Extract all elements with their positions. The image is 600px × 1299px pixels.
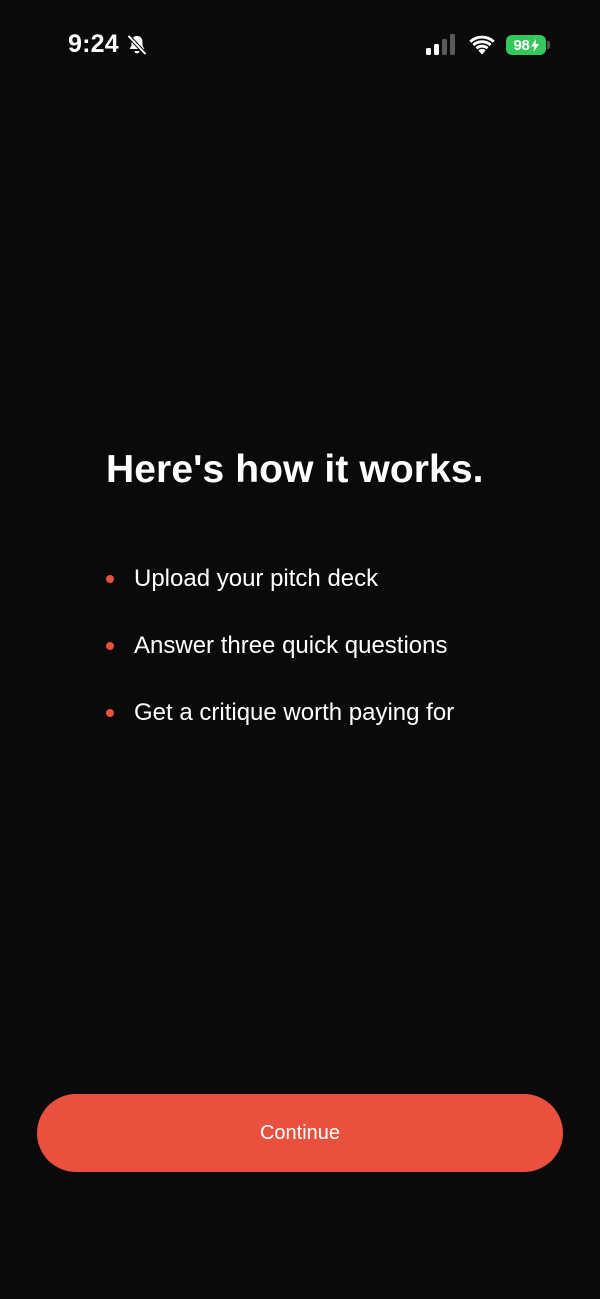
steps-list: Upload your pitch deck Answer three quic… <box>106 564 566 728</box>
step-label: Answer three quick questions <box>134 632 448 659</box>
battery-cap <box>547 41 550 49</box>
bullet-dot-icon <box>106 709 114 717</box>
status-time: 9:24 <box>68 30 119 58</box>
status-indicators: 98 <box>426 34 550 56</box>
battery-body: 98 <box>506 35 546 55</box>
status-bar: 9:24 98 <box>0 0 600 92</box>
list-item: Upload your pitch deck <box>106 564 566 594</box>
battery-level: 98 <box>513 36 530 54</box>
list-item: Answer three quick questions <box>106 631 566 661</box>
step-label: Get a critique worth paying for <box>134 699 455 726</box>
status-time-group: 9:24 <box>68 30 149 59</box>
page-title: Here's how it works. <box>106 448 484 491</box>
wifi-icon <box>469 35 495 55</box>
continue-button[interactable]: Continue <box>37 1094 563 1172</box>
list-item: Get a critique worth paying for <box>106 698 566 728</box>
onboarding-content: Here's how it works. Upload your pitch d… <box>106 448 566 765</box>
bell-slash-icon <box>125 33 149 57</box>
battery-charging-icon: 98 <box>506 35 550 55</box>
continue-button-label: Continue <box>259 1121 341 1144</box>
charging-bolt-icon <box>530 38 539 52</box>
cellular-signal-icon <box>426 34 455 55</box>
step-label: Upload your pitch deck <box>134 565 379 592</box>
bullet-dot-icon <box>106 575 114 583</box>
bullet-dot-icon <box>106 642 114 650</box>
